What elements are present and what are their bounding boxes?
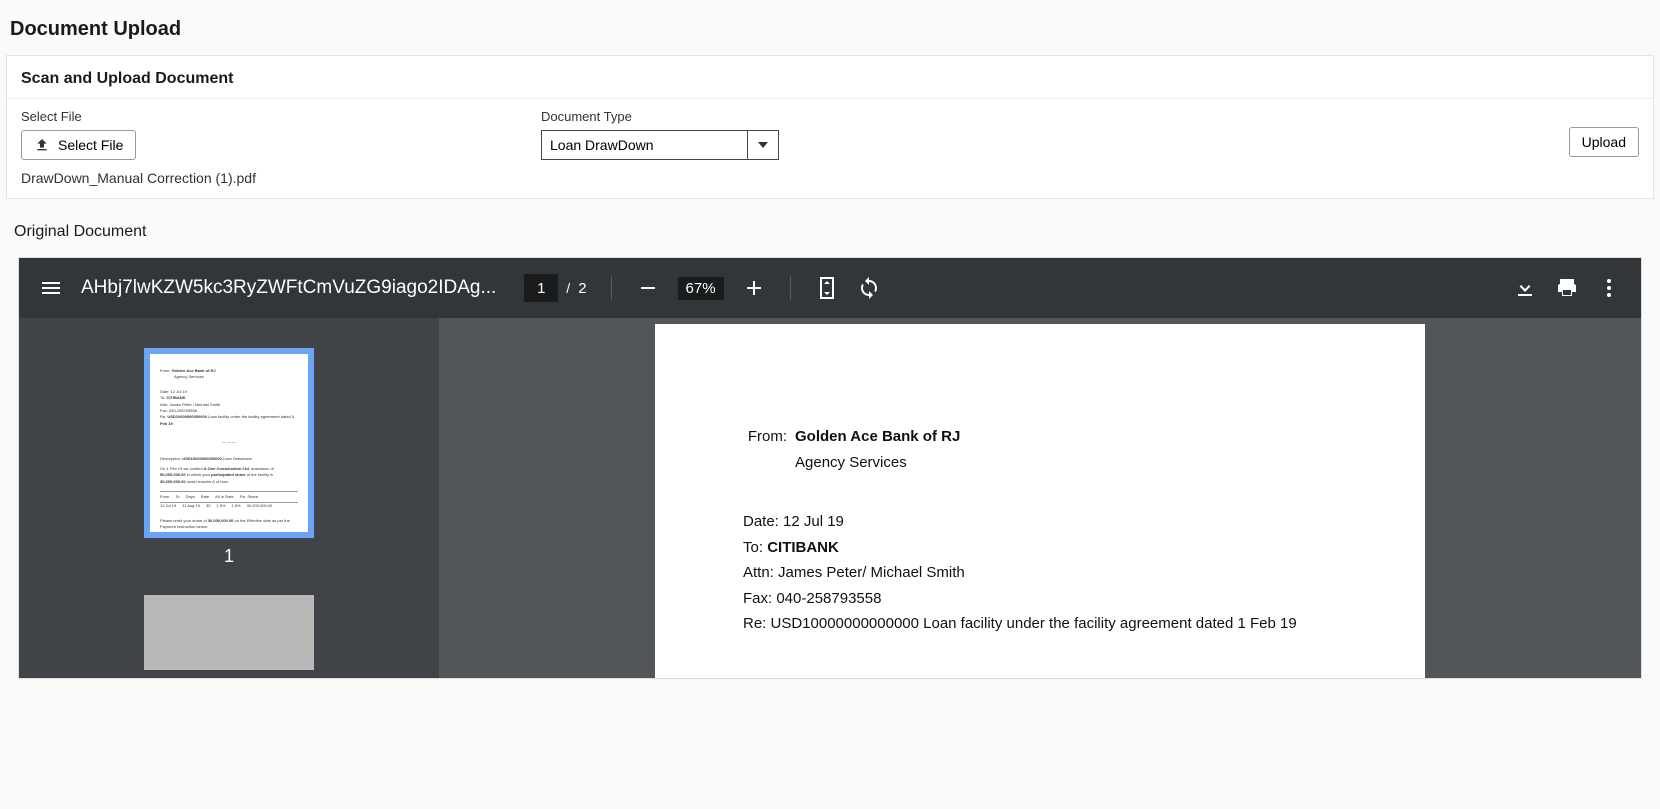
fit-page-icon[interactable] xyxy=(815,276,839,300)
upload-section-header: Scan and Upload Document xyxy=(7,56,1653,99)
menu-icon[interactable] xyxy=(39,276,63,300)
zoom-in-icon[interactable] xyxy=(742,276,766,300)
doc-to-label: To: xyxy=(743,539,767,556)
doc-from-label: From: xyxy=(743,424,787,450)
original-document-header: Original Document xyxy=(0,205,1660,251)
page-total: 2 xyxy=(578,280,586,297)
page-number-input[interactable] xyxy=(524,274,558,302)
selected-filename: DrawDown_Manual Correction (1).pdf xyxy=(21,170,531,186)
thumbnail-page-1-number: 1 xyxy=(224,546,234,567)
upload-button[interactable]: Upload xyxy=(1569,127,1639,157)
pdf-body: From: Golden Ace Bank of RJ Agency Servi… xyxy=(19,318,1641,678)
pdf-filename: AHbj7lwKZW5kc3RyZWFtCmVuZG9iago2IDAg... xyxy=(81,277,496,299)
doc-fax-line: Fax: 040-258793558 xyxy=(743,586,1337,612)
zoom-percent[interactable]: 67% xyxy=(678,277,724,300)
select-file-button[interactable]: Select File xyxy=(21,130,136,160)
doc-date-line: Date: 12 Jul 19 xyxy=(743,509,1337,535)
pdf-viewer: AHbj7lwKZW5kc3RyZWFtCmVuZG9iago2IDAg... … xyxy=(18,257,1642,679)
page-title: Document Upload xyxy=(0,0,1660,55)
doc-re-line: Re: USD10000000000000 Loan facility unde… xyxy=(743,611,1337,637)
print-icon[interactable] xyxy=(1555,276,1579,300)
doc-attn-line: Attn: James Peter/ Michael Smith xyxy=(743,560,1337,586)
thumbnail-page-1[interactable]: From: Golden Ace Bank of RJ Agency Servi… xyxy=(144,348,314,538)
page-separator: / xyxy=(566,280,570,296)
doc-from-value: Golden Ace Bank of RJ xyxy=(795,424,960,450)
document-type-input[interactable] xyxy=(542,131,748,159)
select-file-label: Select File xyxy=(21,109,531,124)
rotate-icon[interactable] xyxy=(857,276,881,300)
zoom-out-icon[interactable] xyxy=(636,276,660,300)
caret-down-icon xyxy=(758,142,768,148)
upload-panel: Scan and Upload Document Select File Sel… xyxy=(6,55,1654,199)
select-file-button-label: Select File xyxy=(58,137,123,153)
doc-from-sub: Agency Services xyxy=(795,450,1337,476)
page-indicator: / 2 xyxy=(524,274,586,302)
document-type-combo[interactable] xyxy=(541,130,779,160)
document-pane[interactable]: From: Golden Ace Bank of RJ Agency Servi… xyxy=(439,318,1641,678)
upload-form-row: Select File Select File DrawDown_Manual … xyxy=(7,99,1653,198)
thumbnail-page-2[interactable] xyxy=(144,595,314,670)
toolbar-separator xyxy=(611,276,612,300)
document-type-dropdown-button[interactable] xyxy=(748,131,778,159)
download-icon[interactable] xyxy=(1513,276,1537,300)
pdf-toolbar: AHbj7lwKZW5kc3RyZWFtCmVuZG9iago2IDAg... … xyxy=(19,258,1641,318)
document-page-1: From: Golden Ace Bank of RJ Agency Servi… xyxy=(655,324,1425,678)
document-type-label: Document Type xyxy=(541,109,1559,124)
upload-icon xyxy=(34,137,50,153)
thumbnail-pane[interactable]: From: Golden Ace Bank of RJ Agency Servi… xyxy=(19,318,439,678)
doc-to-value: CITIBANK xyxy=(767,539,839,556)
more-icon[interactable] xyxy=(1597,276,1621,300)
toolbar-separator-2 xyxy=(790,276,791,300)
